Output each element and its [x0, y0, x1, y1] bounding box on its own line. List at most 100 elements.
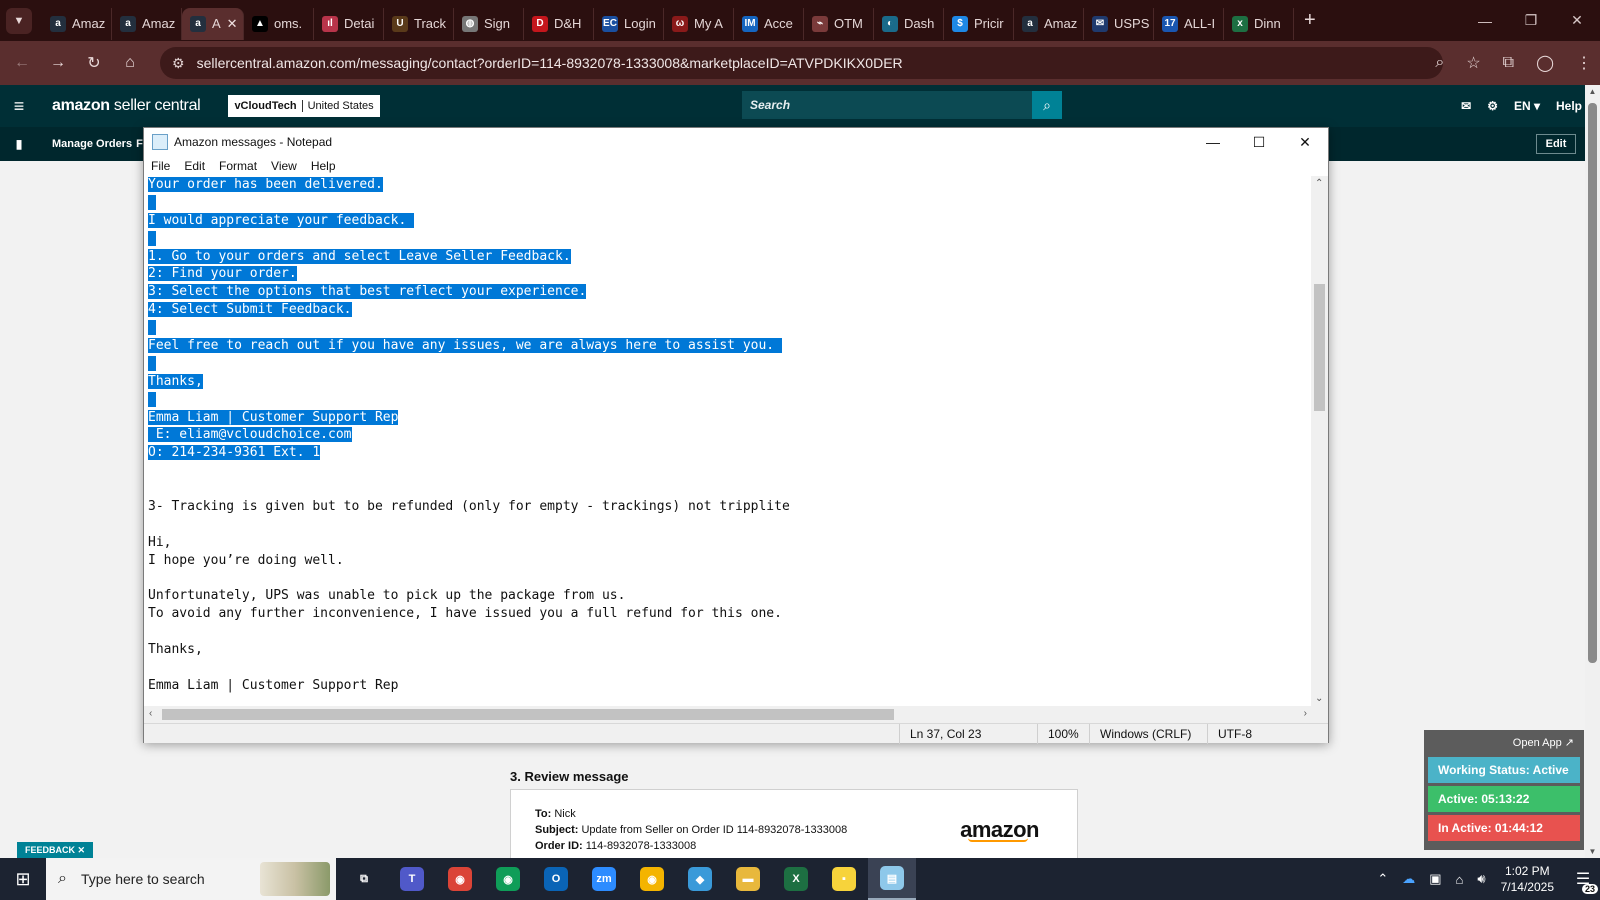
- menu-format[interactable]: Format: [212, 159, 264, 173]
- notification-center-icon[interactable]: ☰ 23: [1566, 858, 1600, 900]
- account-switcher[interactable]: vCloudTech United States: [228, 95, 380, 117]
- taskbar-app[interactable]: X: [772, 858, 820, 900]
- seller-search-input[interactable]: Search: [742, 91, 1032, 119]
- windows-start-icon[interactable]: ⊞: [0, 858, 46, 900]
- taskbar-clock[interactable]: 1:02 PM 7/14/2025: [1501, 863, 1554, 895]
- new-tab-icon[interactable]: +: [1304, 9, 1316, 32]
- notepad-scroll-left-icon[interactable]: ‹: [149, 708, 152, 719]
- taskbar-app[interactable]: ▪: [820, 858, 868, 900]
- nav-partial-item[interactable]: F: [136, 138, 143, 150]
- notepad-close-icon[interactable]: ✕: [1282, 128, 1328, 156]
- browser-minimize-icon[interactable]: —: [1462, 0, 1508, 41]
- taskbar-app[interactable]: ◉: [484, 858, 532, 900]
- taskbar-app[interactable]: ▬: [724, 858, 772, 900]
- scroll-up-icon[interactable]: ▲: [1585, 87, 1600, 96]
- browser-tab[interactable]: a Amaz: [112, 7, 182, 40]
- browser-menu-icon[interactable]: ⋮: [1576, 53, 1592, 73]
- browser-tab[interactable]: EC Login: [594, 7, 664, 40]
- notepad-horizontal-scrollbar[interactable]: ‹ ›: [144, 706, 1312, 723]
- page-scrollbar[interactable]: ▲ ▼: [1585, 85, 1600, 858]
- browser-tab[interactable]: IM Acce: [734, 7, 804, 40]
- tray-app-icon[interactable]: ▣: [1429, 871, 1441, 887]
- onedrive-icon[interactable]: ☁: [1402, 871, 1415, 887]
- zoom-level: 100%: [1037, 724, 1089, 744]
- network-icon[interactable]: ⌂: [1456, 872, 1464, 887]
- notepad-hscroll-thumb[interactable]: [162, 709, 894, 720]
- bookmark-star-icon[interactable]: ☆: [1466, 53, 1480, 73]
- taskbar-app[interactable]: ▤: [868, 858, 916, 900]
- taskbar-app[interactable]: ◆: [676, 858, 724, 900]
- notepad-vscroll-thumb[interactable]: [1314, 284, 1325, 411]
- browser-close-icon[interactable]: ✕: [1554, 0, 1600, 41]
- browser-tab[interactable]: a Amaz: [42, 7, 112, 40]
- taskbar-app[interactable]: ⧉: [340, 858, 388, 900]
- seller-search-icon[interactable]: ⌕: [1032, 91, 1062, 119]
- home-icon[interactable]: ⌂: [112, 54, 148, 72]
- text-line: Feel free to reach out if you have any i…: [148, 337, 1312, 355]
- review-message-heading: 3. Review message: [510, 769, 629, 784]
- address-bar[interactable]: ⚙ sellercentral.amazon.com/messaging/con…: [160, 47, 1443, 79]
- settings-gear-icon[interactable]: ⚙: [1487, 99, 1498, 113]
- tab-close-icon[interactable]: ✕: [227, 16, 238, 32]
- notepad-vertical-scrollbar[interactable]: ⌃ ⌄: [1311, 176, 1328, 706]
- language-selector[interactable]: EN ▾: [1514, 99, 1540, 113]
- browser-tab[interactable]: $ Pricir: [944, 7, 1014, 40]
- taskbar-app[interactable]: ◉: [436, 858, 484, 900]
- menu-help[interactable]: Help: [304, 159, 343, 173]
- taskbar-app[interactable]: O: [532, 858, 580, 900]
- page-scroll-thumb[interactable]: [1588, 103, 1597, 663]
- back-icon[interactable]: ←: [4, 54, 40, 72]
- menu-edit[interactable]: Edit: [177, 159, 212, 173]
- browser-restore-icon[interactable]: ❐: [1508, 0, 1554, 41]
- nav-manage-orders[interactable]: Manage Orders: [52, 138, 132, 150]
- browser-tab[interactable]: D D&H: [524, 7, 594, 40]
- taskbar-app[interactable]: ◉: [628, 858, 676, 900]
- menu-view[interactable]: View: [264, 159, 304, 173]
- notepad-text-area[interactable]: Your order has been delivered. I would a…: [144, 176, 1312, 706]
- browser-tab[interactable]: a A ✕: [182, 7, 244, 40]
- selected-text: Your order has been delivered.: [148, 177, 383, 192]
- browser-tab[interactable]: a Amaz: [1014, 7, 1084, 40]
- reload-icon[interactable]: ↻: [76, 53, 112, 73]
- mail-icon[interactable]: ✉: [1461, 99, 1471, 113]
- browser-tab[interactable]: ✉ USPS: [1084, 7, 1154, 40]
- open-app-link[interactable]: Open App ↗: [1428, 736, 1580, 749]
- browser-tab[interactable]: ◍ Sign: [454, 7, 524, 40]
- extensions-icon[interactable]: ⧉: [1503, 54, 1514, 72]
- notepad-scroll-up-icon[interactable]: ⌃: [1315, 178, 1323, 189]
- browser-tab[interactable]: ıl Detai: [314, 7, 384, 40]
- forward-icon[interactable]: →: [40, 54, 76, 72]
- taskbar-search-input[interactable]: ⌕ Type here to search: [46, 858, 336, 900]
- browser-tab[interactable]: 17 ALL-I: [1154, 7, 1224, 40]
- notepad-titlebar[interactable]: Amazon messages - Notepad — ☐ ✕: [144, 128, 1328, 156]
- browser-tab[interactable]: U Track: [384, 7, 454, 40]
- seller-central-logo[interactable]: amazon seller central: [52, 97, 201, 115]
- help-link[interactable]: Help: [1556, 99, 1582, 113]
- browser-tab[interactable]: x Dinn: [1224, 7, 1294, 40]
- notepad-resize-corner[interactable]: [1311, 706, 1328, 723]
- volume-icon[interactable]: 🔊︎: [1477, 871, 1485, 887]
- taskbar-app[interactable]: zm: [580, 858, 628, 900]
- zoom-icon[interactable]: ⌕: [1435, 54, 1444, 72]
- selected-text: Feel free to reach out if you have any i…: [148, 338, 782, 354]
- taskbar-app[interactable]: T: [388, 858, 436, 900]
- tray-chevron-icon[interactable]: ⌃: [1377, 871, 1388, 887]
- profile-icon[interactable]: ◯: [1536, 53, 1554, 73]
- menu-file[interactable]: File: [144, 159, 177, 173]
- browser-tab[interactable]: ▲ oms.: [244, 7, 314, 40]
- feedback-tab[interactable]: FEEDBACK ✕: [17, 842, 94, 859]
- notepad-minimize-icon[interactable]: —: [1190, 128, 1236, 156]
- notepad-scroll-right-icon[interactable]: ›: [1304, 708, 1307, 719]
- browser-tab[interactable]: ω My A: [664, 7, 734, 40]
- scroll-down-icon[interactable]: ▼: [1585, 847, 1600, 856]
- nav-edit-button[interactable]: Edit: [1536, 134, 1576, 154]
- browser-tab[interactable]: ⌁ OTM: [804, 7, 874, 40]
- tab-search-icon[interactable]: ▼: [6, 7, 32, 34]
- notepad-scroll-down-icon[interactable]: ⌄: [1315, 693, 1323, 704]
- line-text: Thanks,: [148, 642, 203, 658]
- hamburger-menu-icon[interactable]: ≡: [0, 96, 38, 117]
- site-info-icon[interactable]: ⚙: [172, 55, 185, 72]
- notepad-maximize-icon[interactable]: ☐: [1236, 128, 1282, 156]
- bookmark-icon[interactable]: ▮: [0, 137, 38, 151]
- browser-tab[interactable]: ◐ Dash: [874, 7, 944, 40]
